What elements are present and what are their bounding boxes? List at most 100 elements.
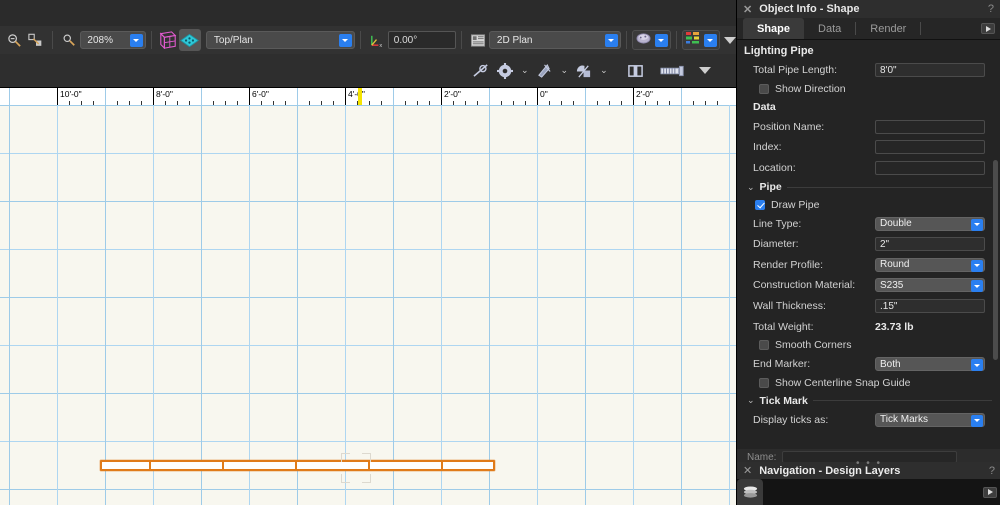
ruler-label: 6'-0" — [252, 89, 269, 99]
field-position-name: Position Name: — [737, 117, 1000, 138]
grid-line-vertical — [105, 105, 106, 505]
extrude-icon[interactable] — [659, 60, 687, 82]
field-smooth-corners[interactable]: Smooth Corners — [737, 337, 1000, 354]
wall-tool-icon[interactable] — [625, 60, 647, 82]
insertion-cursor-marker — [341, 453, 371, 483]
zoom-out-icon[interactable] — [3, 29, 25, 51]
group-divider — [786, 186, 992, 188]
group-tick-mark-header[interactable]: ⌄ Tick Mark — [737, 392, 1000, 410]
gear-icon[interactable] — [494, 60, 516, 82]
smooth-corners-checkbox[interactable] — [759, 340, 769, 351]
field-draw-pipe[interactable]: Draw Pipe — [737, 196, 1000, 213]
palette-scrollbar[interactable] — [993, 160, 998, 360]
tab-render-label: Render — [870, 22, 907, 35]
grid-line-vertical — [585, 105, 586, 505]
layer-mode-dropdown[interactable]: 2D Plan — [488, 31, 621, 49]
render-profile-dropdown[interactable]: Round — [875, 257, 985, 272]
ruler-label: 10'-0" — [60, 89, 82, 99]
application-window: 208% Top/Plan x 0.00° 2D Plan ⌄ ⌄ ⌄ 10'-… — [0, 0, 1000, 505]
zoom-dropdown-arrow[interactable] — [129, 34, 143, 47]
zoom-level-field[interactable]: 208% — [80, 31, 146, 49]
tab-render[interactable]: Render — [856, 18, 920, 39]
show-centerline-checkbox[interactable] — [759, 378, 769, 389]
index-input[interactable] — [875, 140, 985, 155]
field-show-direction[interactable]: Show Direction — [737, 81, 1000, 98]
group-pipe-header[interactable]: ⌄ Pipe — [737, 178, 1000, 196]
diameter-value: 2" — [880, 238, 890, 250]
rotation-angle-field[interactable]: 0.00° — [387, 31, 456, 49]
grid-line-vertical — [681, 105, 682, 505]
end-marker-dropdown-arrow[interactable] — [971, 359, 983, 372]
toolbar-divider — [460, 31, 462, 49]
constraints-chevron-down-icon[interactable]: ⌄ — [600, 65, 608, 76]
magnifier-icon[interactable] — [58, 29, 80, 51]
render-profile-dropdown-arrow[interactable] — [971, 259, 983, 272]
view-mode-dropdown-arrow[interactable] — [338, 34, 352, 47]
tool-options-group: ⌄ ⌄ ⌄ — [470, 54, 711, 87]
render-paint-dropdown-arrow[interactable] — [654, 33, 668, 47]
location-input[interactable] — [875, 161, 985, 176]
panel-resize-handle[interactable]: • • • — [737, 459, 1000, 470]
layer-mode-dropdown-arrow[interactable] — [604, 34, 618, 47]
ruler-grid-marker — [201, 88, 202, 105]
toolbar-overflow-chevron-icon[interactable] — [724, 36, 736, 44]
display-ticks-dropdown[interactable]: Tick Marks — [875, 412, 985, 427]
field-location: Location: — [737, 158, 1000, 179]
classes-dropdown-arrow[interactable] — [703, 33, 717, 47]
construction-material-dropdown[interactable]: S235 — [875, 278, 985, 293]
total-pipe-length-input[interactable]: 8'0" — [875, 63, 985, 78]
line-type-dropdown-arrow[interactable] — [971, 218, 983, 231]
snap-tool-icon[interactable] — [470, 60, 492, 82]
lighting-pipe-object[interactable] — [100, 460, 495, 471]
constraints-icon[interactable] — [573, 60, 595, 82]
grid-icon[interactable] — [157, 29, 179, 51]
line-type-dropdown[interactable]: Double — [875, 216, 985, 231]
classes-icon[interactable] — [685, 31, 701, 49]
chevron-down-icon[interactable]: ⌄ — [747, 395, 755, 406]
diameter-input[interactable]: 2" — [875, 237, 985, 252]
help-icon[interactable]: ? — [988, 3, 994, 15]
field-line-type: Line Type: Double — [737, 213, 1000, 234]
display-ticks-dropdown-arrow[interactable] — [971, 414, 983, 427]
toolbar-divider — [52, 31, 54, 49]
smart-points-chevron-down-icon[interactable]: ⌄ — [561, 65, 569, 76]
horizontal-ruler[interactable]: 10'-0" 8'-0" 6'-0" 4'-0" 2'-0" 0" 2'-0" — [0, 87, 736, 105]
wall-thickness-label: Wall Thickness: — [753, 300, 826, 313]
tab-data-label: Data — [818, 22, 842, 35]
render-mode-icon[interactable] — [178, 29, 201, 51]
position-name-input[interactable] — [875, 119, 985, 134]
end-marker-label: End Marker: — [753, 358, 811, 371]
field-end-marker: End Marker: Both — [737, 354, 1000, 375]
navigation-expand-button[interactable] — [983, 486, 997, 498]
zoom-selection-icon[interactable] — [25, 29, 47, 51]
total-weight-label: Total Weight: — [753, 320, 814, 333]
gear-chevron-down-icon[interactable]: ⌄ — [521, 65, 529, 76]
drawing-canvas[interactable] — [0, 105, 736, 505]
chevron-down-icon[interactable]: ⌄ — [747, 182, 755, 193]
wall-thickness-input[interactable]: .15" — [875, 299, 985, 314]
ruler-grid-marker — [585, 88, 586, 105]
close-icon[interactable]: ✕ — [743, 3, 752, 16]
rotate-axis-icon[interactable]: x — [366, 29, 388, 51]
layers-stack-icon[interactable] — [737, 479, 763, 505]
render-paint-icon[interactable] — [635, 31, 652, 50]
draw-pipe-checkbox[interactable] — [755, 199, 765, 210]
show-direction-checkbox[interactable] — [759, 84, 769, 95]
page-setup-icon[interactable] — [467, 29, 489, 51]
palette-expand-button[interactable] — [981, 23, 995, 34]
ruler-grid-marker — [9, 88, 10, 105]
construction-material-dropdown-arrow[interactable] — [971, 280, 983, 293]
group-divider — [812, 400, 992, 402]
render-paint-group[interactable] — [631, 30, 671, 50]
smart-points-icon[interactable] — [534, 60, 556, 82]
show-direction-label: Show Direction — [775, 83, 846, 96]
toolbar-divider — [359, 31, 361, 49]
field-display-ticks: Display ticks as: Tick Marks — [737, 410, 1000, 431]
tab-data[interactable]: Data — [804, 18, 855, 39]
field-show-centerline[interactable]: Show Centerline Snap Guide — [737, 375, 1000, 392]
toolmode-overflow-chevron-icon[interactable] — [698, 67, 711, 74]
tab-shape[interactable]: Shape — [743, 18, 805, 39]
view-mode-dropdown[interactable]: Top/Plan — [205, 31, 355, 49]
classes-group[interactable] — [681, 30, 720, 50]
end-marker-dropdown[interactable]: Both — [875, 357, 985, 372]
